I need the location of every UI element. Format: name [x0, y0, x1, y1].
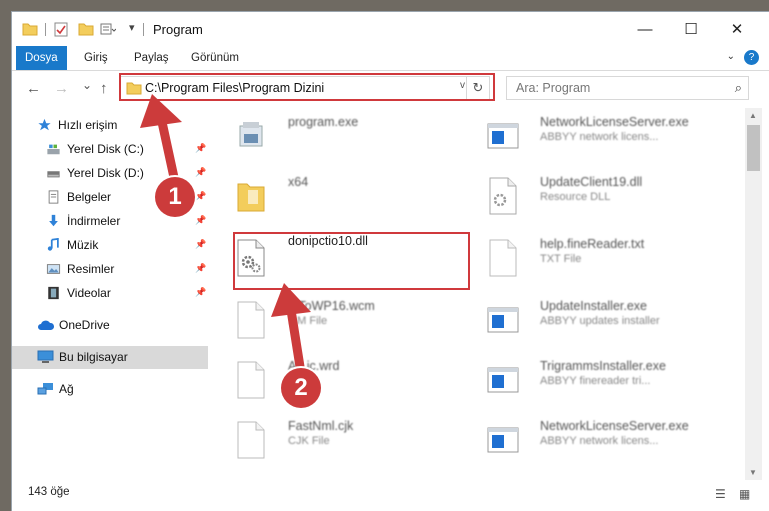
arrow-2-head [271, 283, 311, 317]
annotation-arrows [140, 94, 311, 378]
arrow-1-head [140, 94, 182, 128]
arrow-2-shaft [286, 305, 306, 378]
step-badge-2: 2 [281, 368, 321, 408]
arrow-1-shaft [157, 117, 180, 187]
step-badge-1: 1 [155, 177, 195, 217]
